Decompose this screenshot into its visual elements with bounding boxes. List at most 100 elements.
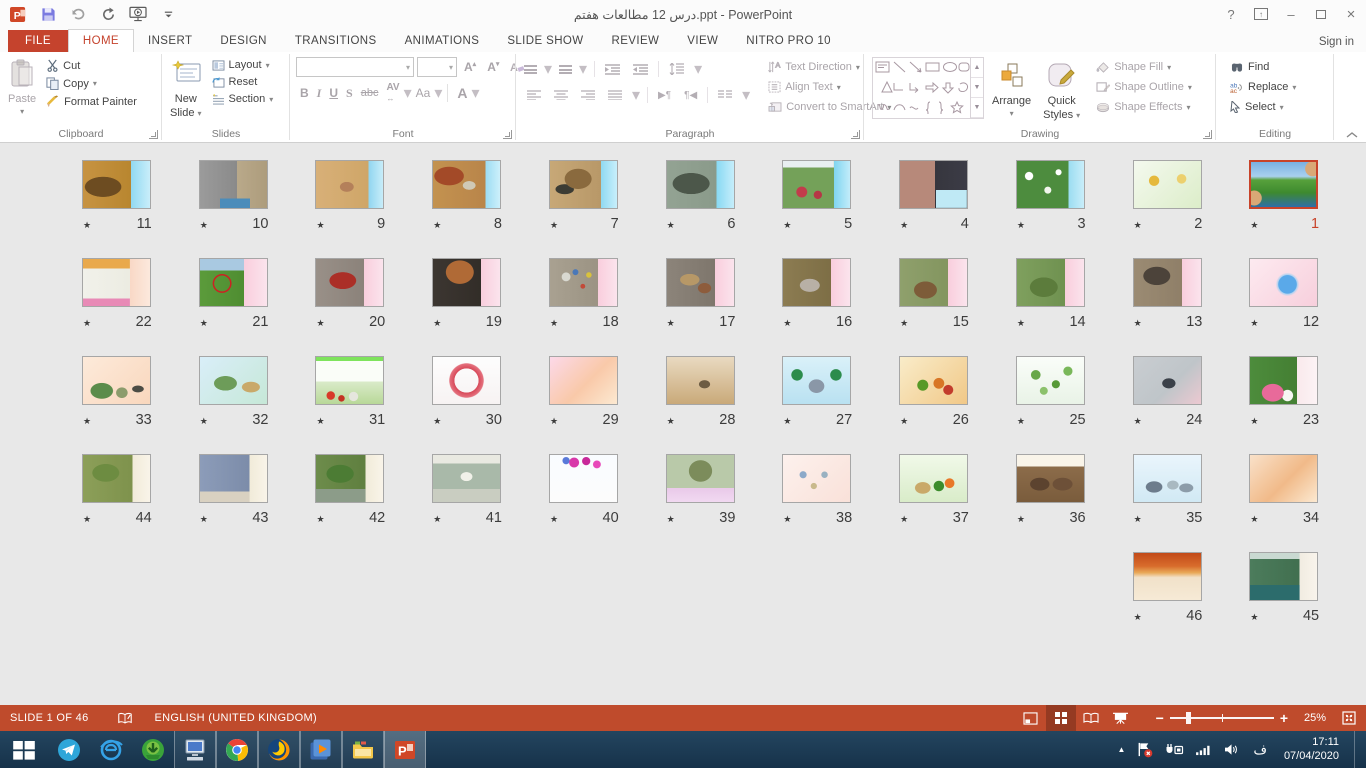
animation-star-icon[interactable]: ★ <box>783 220 791 231</box>
copy-button[interactable]: Copy ▾ <box>42 75 141 92</box>
animation-star-icon[interactable]: ★ <box>1134 612 1142 623</box>
columns-button[interactable] <box>715 88 735 102</box>
slide-thumbnail-5[interactable] <box>782 160 851 209</box>
show-desktop-button[interactable] <box>1354 731 1360 768</box>
slide-thumbnail-15[interactable] <box>899 258 968 307</box>
slide-thumbnail-22[interactable] <box>82 258 151 307</box>
font-name-combo[interactable]: ▾ <box>296 57 414 77</box>
ie-taskbar-icon[interactable] <box>90 731 132 768</box>
align-right-button[interactable] <box>578 88 598 102</box>
chrome-taskbar-icon[interactable] <box>216 731 258 768</box>
slide-thumbnail-27[interactable] <box>782 356 851 405</box>
slide-sorter-view-button[interactable] <box>1046 705 1076 731</box>
cut-button[interactable]: Cut <box>42 57 141 74</box>
animation-star-icon[interactable]: ★ <box>1250 318 1258 329</box>
slide-thumbnail-2[interactable] <box>1133 160 1202 209</box>
tab-file[interactable]: FILE <box>8 30 68 52</box>
explorer-taskbar-icon[interactable] <box>342 731 384 768</box>
taskbar-clock[interactable]: 17:11 07/04/2020 <box>1280 736 1339 764</box>
slide-thumbnail-12[interactable] <box>1249 258 1318 307</box>
slide-thumbnail-29[interactable] <box>549 356 618 405</box>
animation-star-icon[interactable]: ★ <box>900 514 908 525</box>
animation-star-icon[interactable]: ★ <box>200 318 208 329</box>
slide-thumbnail-44[interactable] <box>82 454 151 503</box>
shrink-font-button[interactable]: A▾ <box>483 58 503 76</box>
ribbon-display-options-button[interactable]: ↑ <box>1246 0 1276 28</box>
font-dialog-launcher[interactable] <box>503 130 512 139</box>
customize-qat-icon[interactable] <box>158 4 178 24</box>
slide-thumbnail-32[interactable] <box>199 356 268 405</box>
quick-styles-button[interactable]: Quick Styles ▾ <box>1037 55 1086 125</box>
format-painter-button[interactable]: Format Painter <box>42 93 141 110</box>
action-center-icon[interactable] <box>1136 741 1153 758</box>
align-left-button[interactable] <box>524 88 544 102</box>
start-taskbar-icon[interactable] <box>0 731 48 768</box>
paragraph-dialog-launcher[interactable] <box>851 130 860 139</box>
telegram-taskbar-icon[interactable] <box>48 731 90 768</box>
osk-taskbar-icon[interactable] <box>174 731 216 768</box>
animation-star-icon[interactable]: ★ <box>316 416 324 427</box>
animation-star-icon[interactable]: ★ <box>667 514 675 525</box>
shapes-scroll-down-icon[interactable]: ▼ <box>971 78 983 98</box>
shadow-button[interactable]: S <box>342 84 357 103</box>
animation-star-icon[interactable]: ★ <box>1250 220 1258 231</box>
animation-star-icon[interactable]: ★ <box>433 220 441 231</box>
align-center-button[interactable] <box>551 88 571 102</box>
tab-animations[interactable]: ANIMATIONS <box>391 30 494 52</box>
save-icon[interactable] <box>38 4 58 24</box>
animation-star-icon[interactable]: ★ <box>433 514 441 525</box>
zoom-out-button[interactable]: − <box>1150 710 1170 726</box>
animation-star-icon[interactable]: ★ <box>1250 612 1258 623</box>
animation-star-icon[interactable]: ★ <box>667 220 675 231</box>
slide-thumbnail-1[interactable] <box>1249 160 1318 209</box>
shape-fill-button[interactable]: Shape Fill▾ <box>1092 59 1196 75</box>
reading-view-button[interactable] <box>1076 705 1106 731</box>
animation-star-icon[interactable]: ★ <box>1134 416 1142 427</box>
shapes-gallery[interactable]: ▲ ▼ ▼ <box>872 57 984 119</box>
character-spacing-button[interactable]: AV↔ <box>382 80 403 106</box>
slide-thumbnail-39[interactable] <box>666 454 735 503</box>
animation-star-icon[interactable]: ★ <box>1134 318 1142 329</box>
animation-star-icon[interactable]: ★ <box>316 514 324 525</box>
slide-thumbnail-42[interactable] <box>315 454 384 503</box>
language-indicator[interactable]: ف <box>1251 742 1268 758</box>
animation-star-icon[interactable]: ★ <box>316 220 324 231</box>
slide-thumbnail-34[interactable] <box>1249 454 1318 503</box>
strikethrough-button[interactable]: abc <box>357 85 383 101</box>
idm-taskbar-icon[interactable] <box>132 731 174 768</box>
shapes-more-icon[interactable]: ▼ <box>971 98 983 118</box>
replace-button[interactable]: abac Replace▾ <box>1226 79 1300 95</box>
slide-thumbnail-23[interactable] <box>1249 356 1318 405</box>
slide-thumbnail-19[interactable] <box>432 258 501 307</box>
slide-thumbnail-25[interactable] <box>1016 356 1085 405</box>
slide-thumbnail-10[interactable] <box>199 160 268 209</box>
animation-star-icon[interactable]: ★ <box>433 416 441 427</box>
slide-thumbnail-43[interactable] <box>199 454 268 503</box>
animation-star-icon[interactable]: ★ <box>1017 220 1025 231</box>
animation-star-icon[interactable]: ★ <box>900 416 908 427</box>
zoom-in-button[interactable]: + <box>1274 710 1294 726</box>
animation-star-icon[interactable]: ★ <box>550 514 558 525</box>
animation-star-icon[interactable]: ★ <box>1250 416 1258 427</box>
underline-button[interactable]: U <box>325 84 342 102</box>
slide-thumbnail-3[interactable] <box>1016 160 1085 209</box>
slide-thumbnail-14[interactable] <box>1016 258 1085 307</box>
animation-star-icon[interactable]: ★ <box>900 318 908 329</box>
tab-slide-show[interactable]: SLIDE SHOW <box>493 30 597 52</box>
slide-thumbnail-17[interactable] <box>666 258 735 307</box>
slide-thumbnail-13[interactable] <box>1133 258 1202 307</box>
decrease-indent-button[interactable] <box>602 62 623 77</box>
mpc-taskbar-icon[interactable] <box>300 731 342 768</box>
firefox-taskbar-icon[interactable] <box>258 731 300 768</box>
animation-star-icon[interactable]: ★ <box>900 220 908 231</box>
arrange-button[interactable]: Arrange ▾ <box>986 55 1037 121</box>
tab-view[interactable]: VIEW <box>673 30 732 52</box>
clipboard-dialog-launcher[interactable] <box>149 130 158 139</box>
normal-view-button[interactable] <box>1016 705 1046 731</box>
drawing-dialog-launcher[interactable] <box>1203 130 1212 139</box>
animation-star-icon[interactable]: ★ <box>1017 318 1025 329</box>
slide-thumbnail-9[interactable] <box>315 160 384 209</box>
tab-transitions[interactable]: TRANSITIONS <box>281 30 391 52</box>
tab-home[interactable]: HOME <box>68 29 134 52</box>
layout-button[interactable]: Layout▾ <box>208 57 278 73</box>
